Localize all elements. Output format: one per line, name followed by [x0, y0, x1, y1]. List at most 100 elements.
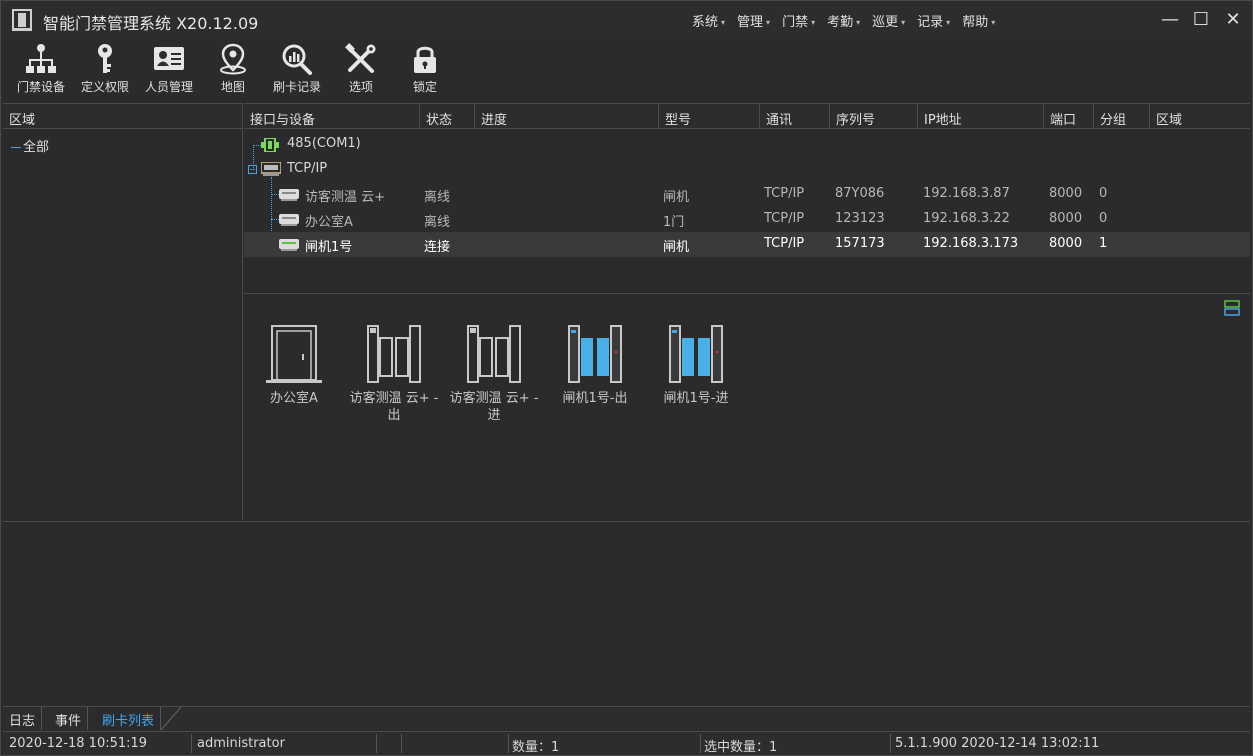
door-label: 访客测温 云+ - 进: [449, 391, 539, 423]
device-group: 1: [1099, 236, 1108, 251]
menu-records[interactable]: 记录 ▾: [911, 11, 956, 30]
menu-help[interactable]: 帮助 ▾: [956, 11, 1001, 30]
door-item[interactable]: 访客测温 云+ - 出: [344, 324, 444, 424]
column-header-progress[interactable]: 进度: [475, 104, 659, 129]
column-header-model[interactable]: 型号: [659, 104, 760, 129]
tab-edge-icon: [161, 707, 182, 731]
door-item[interactable]: 闸机1号-进: [646, 324, 746, 407]
serial-port-icon: [261, 138, 279, 152]
toolbar-door-devices-button[interactable]: 门禁设备: [9, 41, 73, 99]
interface-row-tcp[interactable]: − TCP/IP: [244, 157, 1250, 182]
tab-card-list[interactable]: 刷卡列表: [96, 707, 162, 730]
device-ip: 192.168.3.22: [923, 211, 1010, 226]
device-name: 闸机1号: [305, 240, 353, 255]
door-item[interactable]: 访客测温 云+ - 进: [444, 324, 544, 424]
maximize-button[interactable]: ☐: [1186, 7, 1216, 33]
area-panel-header: 区域: [3, 103, 242, 129]
device-serial: 87Y086: [835, 186, 885, 201]
tree-connector-icon: [11, 147, 21, 148]
device-comm: TCP/IP: [764, 211, 805, 226]
door-item[interactable]: 闸机1号-出: [545, 324, 645, 407]
device-model: 闸机: [663, 240, 690, 255]
toolbar-map-button[interactable]: 地图: [201, 41, 265, 99]
interface-name: 485(COM1): [287, 136, 361, 151]
table-row-selected[interactable]: 闸机1号 连接 闸机 TCP/IP 157173 192.168.3.173 8…: [244, 232, 1250, 257]
layout-toggle-icon[interactable]: [1224, 300, 1240, 316]
device-comm: TCP/IP: [764, 236, 805, 251]
toolbar: 门禁设备 定义权限 人员管理 地图 刷卡记录 选项 锁定: [9, 41, 457, 99]
door-label: 闸机1号-出: [562, 391, 628, 406]
network-icon: [26, 44, 56, 73]
device-status: 离线: [424, 215, 451, 230]
status-count: 数量：1: [512, 740, 560, 755]
device-serial: 123123: [835, 211, 885, 226]
area-tree-root[interactable]: 全部: [11, 136, 49, 155]
table-row[interactable]: 访客测温 云+ 离线 闸机 TCP/IP 87Y086 192.168.3.87…: [244, 182, 1250, 207]
caret-icon: ▾: [991, 18, 996, 27]
column-header-port[interactable]: 端口: [1044, 104, 1094, 129]
tab-log[interactable]: 日志: [3, 707, 43, 730]
menu-patrol[interactable]: 巡更 ▾: [866, 11, 911, 30]
device-group: 0: [1099, 211, 1108, 226]
status-separator: [890, 734, 891, 753]
turnstile-blue-icon: [669, 325, 723, 383]
device-comm: TCP/IP: [764, 186, 805, 201]
status-separator: [376, 734, 377, 753]
column-header-serial[interactable]: 序列号: [830, 104, 918, 129]
status-selected: 选中数量：1: [704, 740, 778, 755]
table-row[interactable]: 办公室A 离线 1门 TCP/IP 123123 192.168.3.22 80…: [244, 207, 1250, 232]
column-header-ip[interactable]: IP地址: [918, 104, 1044, 129]
device-table: 接口与设备 状态 进度 型号 通讯 序列号 IP地址 端口 分组 区域 485(…: [244, 103, 1250, 293]
map-pin-icon: [220, 43, 246, 75]
column-header-status[interactable]: 状态: [420, 104, 475, 129]
id-card-icon: [154, 47, 184, 70]
menu-manage[interactable]: 管理 ▾: [731, 11, 776, 30]
column-header-device[interactable]: 接口与设备: [244, 104, 420, 129]
toolbar-label: 刷卡记录: [272, 80, 321, 94]
toolbar-permissions-button[interactable]: 定义权限: [73, 41, 137, 99]
caret-icon: ▾: [811, 18, 816, 27]
caret-icon: ▾: [721, 18, 726, 27]
toolbar-label: 门禁设备: [16, 80, 65, 94]
column-header-area[interactable]: 区域: [1150, 104, 1250, 129]
toolbar-personnel-button[interactable]: 人员管理: [137, 41, 201, 99]
device-port: 8000: [1049, 186, 1083, 201]
toolbar-options-button[interactable]: 选项: [329, 41, 393, 99]
tab-events[interactable]: 事件: [49, 707, 89, 730]
interface-name: TCP/IP: [287, 161, 328, 176]
column-header-comm[interactable]: 通讯: [760, 104, 830, 129]
caret-icon: ▾: [901, 18, 906, 27]
toolbar-label: 定义权限: [80, 80, 129, 94]
door-item[interactable]: 办公室A: [244, 324, 344, 407]
menu-access[interactable]: 门禁 ▾: [776, 11, 821, 30]
interface-row-com[interactable]: 485(COM1): [244, 132, 1250, 157]
status-bar: 2020-12-18 10:51:19 administrator 数量：1 选…: [3, 731, 1250, 755]
device-name: 访客测温 云+: [305, 190, 386, 205]
menu-bar: 系统 ▾ 管理 ▾ 门禁 ▾ 考勤 ▾ 巡更 ▾ 记录 ▾ 帮助 ▾: [686, 11, 1001, 30]
area-tree-root-label: 全部: [23, 140, 50, 155]
toolbar-card-records-button[interactable]: 刷卡记录: [265, 41, 329, 99]
collapse-toggle-icon[interactable]: −: [248, 165, 257, 174]
status-user: administrator: [197, 736, 285, 751]
menu-attendance[interactable]: 考勤 ▾: [821, 11, 866, 30]
device-port: 8000: [1049, 211, 1083, 226]
minimize-button[interactable]: —: [1155, 7, 1185, 33]
device-table-header: 接口与设备 状态 进度 型号 通讯 序列号 IP地址 端口 分组 区域: [244, 103, 1250, 129]
app-window: 智能门禁管理系统 X20.12.09 系统 ▾ 管理 ▾ 门禁 ▾ 考勤 ▾ 巡更 ▾ 记…: [0, 0, 1253, 756]
app-title: 智能门禁管理系统 X20.12.09: [43, 14, 259, 33]
tools-icon: [345, 43, 376, 73]
caret-icon: ▾: [766, 18, 771, 27]
device-serial: 157173: [835, 236, 885, 251]
toolbar-lock-button[interactable]: 锁定: [393, 41, 457, 99]
status-separator: [191, 734, 192, 753]
column-header-group[interactable]: 分组: [1094, 104, 1150, 129]
menu-system[interactable]: 系统 ▾: [686, 11, 731, 30]
close-button[interactable]: ✕: [1218, 7, 1248, 33]
door-icon: [266, 325, 322, 383]
turnstile-blue-icon: [568, 325, 622, 383]
status-datetime: 2020-12-18 10:51:19: [9, 736, 148, 751]
log-pane: [3, 521, 1250, 705]
controller-icon: [279, 189, 299, 201]
controller-online-icon: [279, 239, 299, 251]
caret-icon: ▾: [856, 18, 861, 27]
